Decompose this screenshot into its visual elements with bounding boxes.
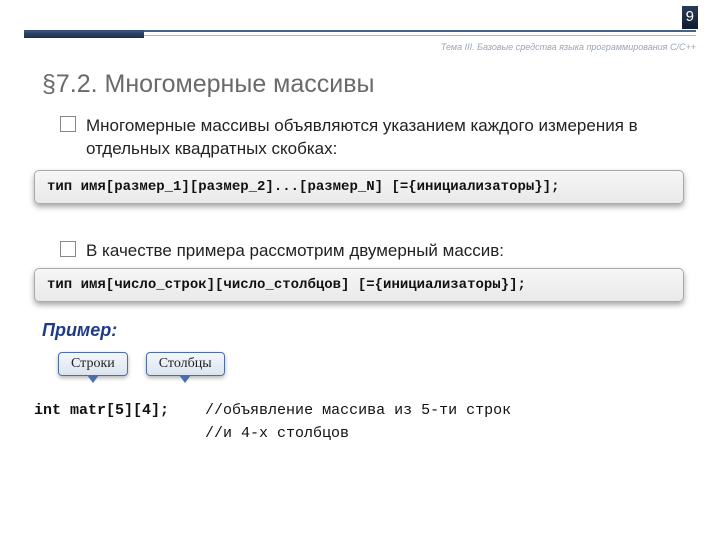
example-code: int matr[5][4]; //объявление массива из … — [34, 400, 511, 445]
syntax-box-2: тип имя[число_строк][число_столбцов] [={… — [34, 268, 684, 302]
callout-tags: Строки Столбцы — [58, 352, 225, 376]
bullet-text-1: Многомерные массивы объявляются указание… — [86, 115, 680, 161]
header-accent — [24, 30, 144, 38]
decl-comment-2: //и 4-х столбцов — [205, 425, 349, 442]
chapter-label: Тема III. Базовые средства языка програм… — [441, 42, 696, 52]
slide-header: 9 — [0, 0, 720, 40]
bullet-text-2: В качестве примера рассмотрим двумерный … — [86, 240, 504, 263]
checkbox-icon — [60, 241, 76, 257]
checkbox-icon — [60, 116, 76, 132]
decl-comment-1: //объявление массива из 5-ти строк — [205, 402, 511, 419]
example-heading: Пример: — [42, 320, 117, 341]
bullet-item-1: Многомерные массивы объявляются указание… — [60, 115, 680, 161]
tag-cols: Столбцы — [146, 352, 225, 376]
tag-rows: Строки — [58, 352, 128, 376]
bullet-item-2: В качестве примера рассмотрим двумерный … — [60, 240, 680, 263]
slide-title: §7.2. Многомерные массивы — [42, 70, 374, 99]
decl-keyword: int matr[5][4]; — [34, 402, 169, 419]
syntax-box-1: тип имя[размер_1][размер_2]...[размер_N]… — [34, 170, 684, 204]
page-number: 9 — [682, 6, 698, 29]
